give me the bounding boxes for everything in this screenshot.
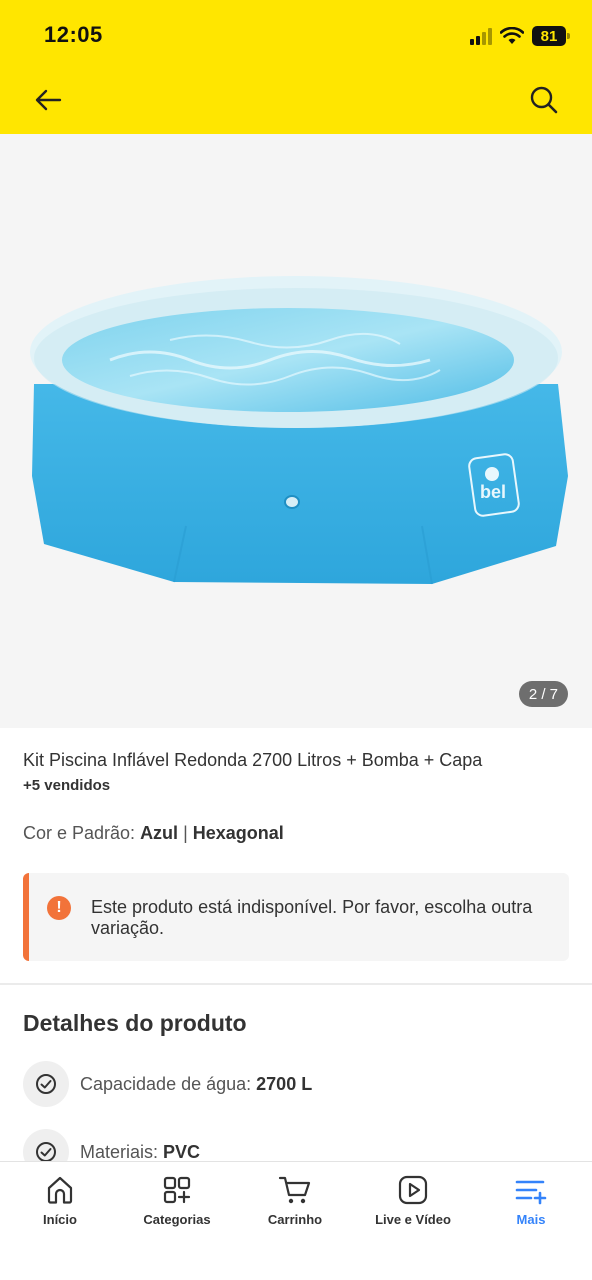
- check-circle-icon: [23, 1061, 69, 1107]
- app-header: 12:05 81: [0, 0, 592, 134]
- search-icon: [530, 86, 558, 114]
- unavailable-alert: ! Este produto está indisponível. Por fa…: [23, 873, 569, 961]
- spec-value: PVC: [163, 1141, 201, 1162]
- wifi-icon: [500, 27, 524, 44]
- sold-count: +5 vendidos: [23, 777, 111, 794]
- product-image: bel: [30, 276, 568, 585]
- cart-icon: [278, 1176, 311, 1204]
- section-divider: [0, 983, 592, 985]
- product-image-gallery[interactable]: bel 2 / 7: [0, 134, 592, 728]
- categories-icon: [163, 1176, 191, 1204]
- nav-label: Mais: [516, 1212, 546, 1227]
- nav-item-mais[interactable]: Mais: [472, 1174, 590, 1227]
- nav-label: Live e Vídeo: [375, 1212, 451, 1227]
- variation-separator: |: [178, 823, 193, 843]
- bottom-navigation: Início Categorias Carrinho Live e Vídeo …: [0, 1161, 592, 1280]
- status-icons: 81: [470, 24, 570, 48]
- warning-icon: !: [47, 896, 71, 920]
- variation-pattern: Hexagonal: [192, 823, 284, 843]
- back-button[interactable]: [30, 82, 66, 118]
- search-button[interactable]: [526, 82, 562, 118]
- spec-label: Materiais:: [80, 1141, 164, 1162]
- nav-item-carrinho[interactable]: Carrinho: [236, 1174, 354, 1227]
- spec-label: Capacidade de água:: [80, 1073, 257, 1094]
- product-title: Kit Piscina Inflável Redonda 2700 Litros…: [23, 750, 483, 770]
- nav-item-inicio[interactable]: Início: [1, 1174, 119, 1227]
- nav-item-categorias[interactable]: Categorias: [118, 1174, 236, 1227]
- home-icon: [47, 1176, 73, 1204]
- variation-color: Azul: [140, 823, 179, 843]
- image-page-counter: 2 / 7: [518, 681, 568, 707]
- alert-message: Este produto está indisponível. Por favo…: [91, 897, 533, 938]
- variation-selector[interactable]: Cor e Padrão: Azul | Hexagonal: [23, 823, 284, 844]
- nav-label: Início: [43, 1212, 77, 1227]
- spec-item: Capacidade de água: 2700 L: [23, 1060, 312, 1108]
- arrow-left-icon: [35, 89, 62, 111]
- nav-label: Categorias: [143, 1212, 211, 1227]
- more-icon: [515, 1180, 547, 1205]
- nav-item-live-video[interactable]: Live e Vídeo: [354, 1174, 472, 1227]
- status-time: 12:05: [44, 22, 103, 47]
- play-icon: [398, 1175, 428, 1205]
- signal-icon: [470, 27, 492, 45]
- product-details-title: Detalhes do produto: [23, 1010, 247, 1036]
- spec-value: 2700 L: [256, 1073, 313, 1094]
- nav-label: Carrinho: [267, 1212, 323, 1227]
- battery-icon: 81: [532, 26, 570, 46]
- brand-logo-text: bel: [480, 482, 506, 502]
- variation-label: Cor e Padrão:: [23, 823, 141, 843]
